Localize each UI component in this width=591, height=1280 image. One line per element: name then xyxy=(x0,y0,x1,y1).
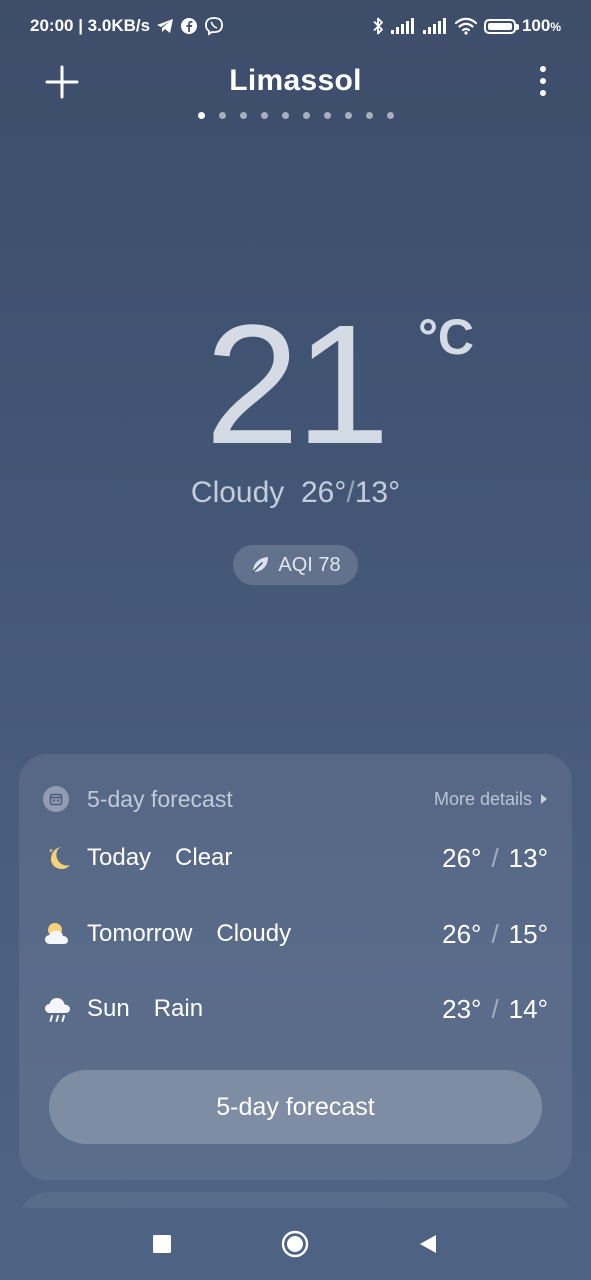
condition-line: Cloudy 26°/13° xyxy=(0,476,591,510)
temperature-unit: °C xyxy=(417,309,475,365)
more-options-button[interactable] xyxy=(535,64,551,100)
signal-icon xyxy=(422,18,448,34)
status-left: 20:00 | 3.0KB/s xyxy=(30,16,224,36)
forecast-slash: / xyxy=(491,842,499,873)
today-low: 13° xyxy=(354,476,401,509)
page-dot[interactable] xyxy=(239,112,247,119)
page-dot[interactable] xyxy=(218,112,226,119)
home-button[interactable] xyxy=(281,1230,309,1258)
home-circle-icon xyxy=(281,1230,309,1258)
page-dot[interactable] xyxy=(323,112,331,119)
aqi-label: AQI 78 xyxy=(278,553,341,576)
bluetooth-icon xyxy=(372,16,384,36)
page-dot[interactable] xyxy=(197,112,205,119)
forecast-temps: 26° / 13° xyxy=(442,843,548,874)
forecast-temps: 23° / 14° xyxy=(442,994,548,1025)
current-weather: 21 °C xyxy=(0,300,591,470)
rain-icon xyxy=(43,994,73,1024)
forecast-day: Tomorrow xyxy=(87,920,193,947)
current-condition: Cloudy xyxy=(190,476,285,509)
forecast-high: 26° xyxy=(442,842,482,873)
forecast-row-tomorrow[interactable]: Tomorrow Cloudy 26° / 15° xyxy=(43,914,548,954)
forecast-high: 26° xyxy=(442,918,482,949)
moon-icon xyxy=(43,843,73,873)
battery-percentage: 100% xyxy=(522,16,561,36)
recents-square-icon xyxy=(153,1235,171,1253)
battery-pct-suffix: % xyxy=(550,20,561,34)
page-dot[interactable] xyxy=(365,112,373,119)
chevron-right-icon xyxy=(541,794,547,804)
leaf-icon xyxy=(252,557,269,573)
battery-pct-value: 100 xyxy=(521,16,551,35)
current-temperature: 21 xyxy=(204,290,390,480)
forecast-row-left: Today Clear xyxy=(43,843,232,873)
wifi-icon xyxy=(454,17,478,35)
forecast-title: 5-day forecast xyxy=(87,785,233,812)
forecast-card: 5-day forecast More details Today Clear … xyxy=(19,754,572,1180)
signal-icon xyxy=(390,18,416,34)
battery-icon xyxy=(483,18,519,34)
forecast-slash: / xyxy=(491,993,499,1024)
five-day-forecast-button[interactable]: 5-day forecast xyxy=(49,1070,542,1144)
back-button[interactable] xyxy=(414,1230,442,1258)
forecast-condition: Clear xyxy=(175,844,233,871)
forecast-temps: 26° / 15° xyxy=(442,919,548,950)
aqi-badge[interactable]: AQI 78 xyxy=(233,545,358,585)
city-title: Limassol xyxy=(229,64,362,97)
status-right: 100% xyxy=(372,16,561,36)
today-high: 26° xyxy=(300,476,347,509)
forecast-title-wrap: 5-day forecast xyxy=(43,786,233,813)
forecast-condition: Cloudy xyxy=(216,920,292,947)
forecast-low: 15° xyxy=(508,918,548,949)
more-details-label: More details xyxy=(433,788,532,809)
temperature-display: 21 °C xyxy=(205,300,474,470)
forecast-row-left: Tomorrow Cloudy xyxy=(43,919,291,949)
facebook-icon xyxy=(180,17,198,35)
back-triangle-icon xyxy=(420,1235,436,1253)
page-dot[interactable] xyxy=(260,112,268,119)
forecast-low: 14° xyxy=(508,993,548,1024)
header: Limassol xyxy=(0,52,591,112)
page-dot[interactable] xyxy=(344,112,352,119)
forecast-header: 5-day forecast More details xyxy=(43,784,548,814)
forecast-high: 23° xyxy=(442,993,482,1024)
more-details-link[interactable]: More details xyxy=(434,789,548,810)
navigation-bar xyxy=(0,1208,591,1280)
calendar-icon xyxy=(43,786,69,812)
forecast-low: 13° xyxy=(508,842,548,873)
telegram-icon xyxy=(156,18,174,34)
forecast-day: Today xyxy=(87,844,152,871)
temp-separator: / xyxy=(346,476,355,509)
page-dot[interactable] xyxy=(386,112,394,119)
forecast-slash: / xyxy=(491,918,499,949)
battery-indicator: 100% xyxy=(483,16,561,36)
page-indicator xyxy=(0,112,591,119)
page-dot[interactable] xyxy=(281,112,289,119)
more-vertical-icon xyxy=(540,66,546,96)
partly-cloudy-icon xyxy=(43,919,73,949)
forecast-condition: Rain xyxy=(153,995,204,1022)
recents-button[interactable] xyxy=(148,1230,176,1258)
status-bar: 20:00 | 3.0KB/s 100% xyxy=(0,0,591,52)
forecast-row-sun[interactable]: Sun Rain 23° / 14° xyxy=(43,989,548,1029)
viber-icon xyxy=(204,16,224,36)
page-dot[interactable] xyxy=(302,112,310,119)
forecast-row-left: Sun Rain xyxy=(43,994,203,1024)
status-time-speed: 20:00 | 3.0KB/s xyxy=(30,16,151,35)
battery-tip xyxy=(515,23,519,30)
forecast-row-today[interactable]: Today Clear 26° / 13° xyxy=(43,838,548,878)
forecast-day: Sun xyxy=(87,995,130,1022)
battery-fill xyxy=(487,22,512,30)
